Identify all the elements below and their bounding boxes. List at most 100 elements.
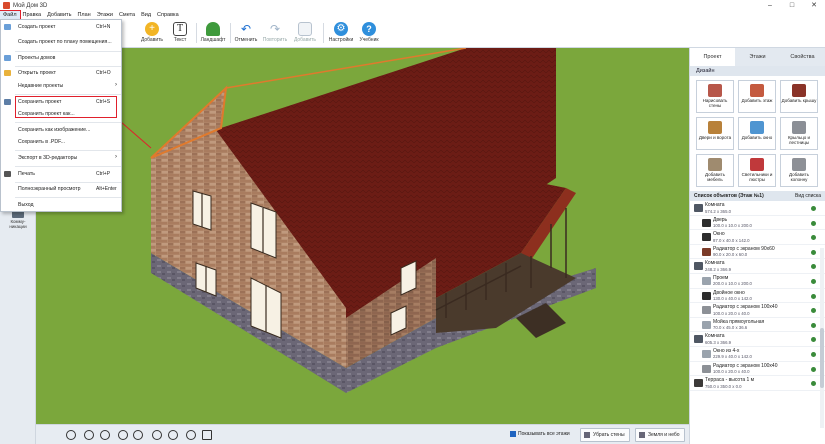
menu-exit[interactable]: Выход — [1, 200, 121, 210]
tilt-up-icon[interactable] — [152, 430, 162, 440]
hide-walls-button[interactable]: Убрать стены — [580, 428, 630, 442]
design-tool-6[interactable]: Добавить мебель — [696, 154, 734, 187]
show-all-floors-checkbox[interactable]: Показывать все этажи — [510, 431, 570, 437]
minimize-button[interactable]: – — [759, 0, 781, 11]
file-menu-dropdown: Создать проект Ctrl+N Создать проект по … — [0, 19, 122, 212]
visibility-eye-icon[interactable] — [811, 337, 816, 343]
menu-new-project[interactable]: Создать проект Ctrl+N — [1, 22, 121, 32]
object-item-row[interactable]: Радиатор с экраном 100x40 100.0 x 20.0 x … — [690, 362, 825, 377]
house-3d-scene[interactable] — [36, 48, 689, 424]
menu-edit[interactable]: Правка — [20, 11, 45, 19]
menu-open-project[interactable]: Открыть проект Ctrl+O — [1, 68, 121, 78]
object-item-row[interactable]: Проем 200.0 x 10.0 x 200.0 — [690, 274, 825, 289]
object-room-row[interactable]: Комната 605.3 x 366.9 — [690, 332, 825, 347]
menu-print[interactable]: Печать Ctrl+P — [1, 169, 121, 179]
object-size: 100.0 x 20.0 x 40.0 — [713, 369, 750, 375]
app-logo-icon — [3, 2, 10, 9]
design-tool-8[interactable]: Добавить колонну — [780, 154, 818, 187]
object-item-row[interactable]: Дверь 100.0 x 10.0 x 200.0 — [690, 216, 825, 231]
redo-button[interactable]: ↷ Повторить — [260, 21, 290, 47]
object-list: Комната 574.2 x 365.0 Дверь 100.0 x 10.0 x … — [690, 201, 825, 391]
object-room-row[interactable]: Комната 248.2 x 366.9 — [690, 259, 825, 274]
design-tool-icon — [750, 84, 764, 97]
object-icon — [694, 335, 703, 344]
object-item-row[interactable]: Радиатор с экраном 90x60 90.0 x 20.0 x 60… — [690, 245, 825, 260]
menu-add[interactable]: Добавить — [44, 11, 74, 19]
text-button[interactable]: T Текст — [165, 21, 195, 47]
design-tool-3[interactable]: Двери и ворота — [696, 117, 734, 150]
design-tool-7[interactable]: Светильники и люстры — [738, 154, 776, 187]
visibility-eye-icon[interactable] — [811, 381, 816, 387]
3d-viewport[interactable] — [36, 48, 689, 424]
visibility-eye-icon[interactable] — [811, 278, 816, 284]
object-item-row[interactable]: Мойка прямоугольная 70.0 x 45.0 x 36.6 — [690, 318, 825, 333]
undo-button[interactable]: ↶ Отменить — [231, 21, 261, 47]
menu-save-pdf[interactable]: Сохранить в .PDF... — [1, 137, 121, 147]
paste-button[interactable]: Добавить — [290, 21, 320, 47]
object-room-row[interactable]: Комната 574.2 x 365.0 — [690, 201, 825, 216]
design-tool-2[interactable]: Добавить крышу — [780, 80, 818, 113]
object-item-row[interactable]: Окно 87.0 x 40.0 x 142.0 — [690, 230, 825, 245]
zoom-out-icon[interactable] — [84, 430, 94, 440]
menu-export-3d[interactable]: Экспорт в 3D-редакторы › — [1, 153, 121, 163]
object-room-row[interactable]: Терраса - высота 1 м 750.0 x 350.0 x 0.0 — [690, 376, 825, 391]
scrollbar-thumb[interactable] — [820, 328, 824, 388]
tab-properties[interactable]: Свойства — [780, 48, 825, 66]
design-section-title: Дизайн — [690, 66, 825, 76]
design-tool-label: Крыльцо и лестницы — [787, 135, 811, 145]
menu-help[interactable]: Справка — [154, 11, 182, 19]
add-button[interactable]: + Добавить — [137, 21, 167, 47]
visibility-eye-icon[interactable] — [811, 220, 816, 226]
visibility-eye-icon[interactable] — [811, 366, 816, 372]
rotate-right-icon[interactable] — [133, 430, 143, 440]
printer-icon — [4, 171, 11, 177]
design-tool-4[interactable]: Добавить окно — [738, 117, 776, 150]
landscape-button[interactable]: Ландшафт — [198, 21, 228, 47]
menu-recent-projects[interactable]: Недавние проекты › — [1, 81, 121, 91]
visibility-eye-icon[interactable] — [811, 293, 816, 299]
visibility-eye-icon[interactable] — [811, 351, 816, 357]
settings-button[interactable]: ⚙ Настройки — [326, 21, 356, 47]
tilt-down-icon[interactable] — [168, 430, 178, 440]
zoom-in-icon[interactable] — [100, 430, 110, 440]
object-item-row[interactable]: Радиатор с экраном 100x40 100.0 x 20.0 x … — [690, 303, 825, 318]
object-item-row[interactable]: Окно из 4-х 229.9 x 40.0 x 142.0 — [690, 347, 825, 362]
close-button[interactable]: ✕ — [803, 0, 825, 11]
object-item-row[interactable]: Двойное окно 130.0 x 40.0 x 142.0 — [690, 289, 825, 304]
maximize-button[interactable]: □ — [781, 0, 803, 11]
menu-save-image[interactable]: Сохранить как изображение... — [1, 125, 121, 135]
visibility-eye-icon[interactable] — [811, 206, 816, 211]
object-icon — [702, 276, 711, 285]
design-tool-0[interactable]: Нарисовать стены — [696, 80, 734, 113]
tutorial-button[interactable]: ? Учебник — [354, 21, 384, 47]
visibility-eye-icon[interactable] — [811, 322, 816, 328]
menu-estimate[interactable]: Смета — [116, 11, 138, 19]
tab-floors[interactable]: Этажи — [735, 48, 780, 66]
design-tool-icon — [708, 84, 722, 97]
window-title: Мой Дом 3D — [13, 2, 48, 9]
object-icon — [702, 306, 711, 315]
design-tool-5[interactable]: Крыльцо и лестницы — [780, 117, 818, 150]
object-list-scrollbar[interactable] — [820, 248, 824, 428]
menu-house-projects[interactable]: Проекты домов — [1, 53, 121, 63]
tree-icon — [206, 22, 220, 36]
tab-project[interactable]: Проект — [690, 48, 735, 66]
menu-fullscreen[interactable]: Полноэкранный просмотр Alt+Enter — [1, 184, 121, 194]
home-icon[interactable] — [202, 430, 212, 440]
visibility-eye-icon[interactable] — [811, 249, 816, 255]
menu-new-from-plan[interactable]: Создать проект по плану помещения... — [1, 37, 121, 47]
visibility-eye-icon[interactable] — [811, 235, 816, 241]
menu-file[interactable]: Файл — [0, 10, 21, 20]
rotate-left-icon[interactable] — [118, 430, 128, 440]
design-tool-1[interactable]: Добавить этаж — [738, 80, 776, 113]
visibility-eye-icon[interactable] — [811, 264, 816, 270]
ground-sky-button[interactable]: Земля и небо — [635, 428, 685, 442]
hand-icon[interactable] — [66, 430, 76, 440]
light-icon[interactable] — [186, 430, 196, 440]
design-tool-label: Добавить окно — [741, 135, 773, 140]
visibility-eye-icon[interactable] — [811, 308, 816, 314]
menu-floors[interactable]: Этажи — [94, 11, 116, 19]
menu-view[interactable]: Вид — [138, 11, 154, 19]
view-list-toggle[interactable]: Вид списка — [795, 191, 821, 201]
menu-plan[interactable]: План — [74, 11, 93, 19]
